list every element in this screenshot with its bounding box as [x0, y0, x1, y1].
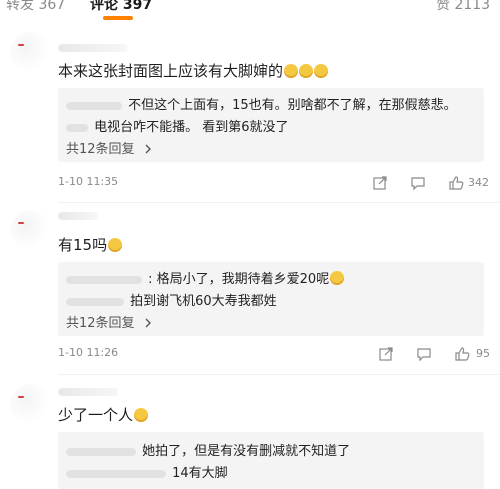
timestamp: 1-10 11:26 — [58, 346, 119, 359]
reply-item: 她拍了，但是有没有删减就不知道了 — [66, 440, 350, 459]
avatar[interactable] — [10, 32, 50, 72]
reply-item: 电视台咋不能播。 看到第6就没了 — [66, 116, 289, 135]
reply-item: 拍到谢飞机60大寿我都姓 — [66, 290, 277, 309]
chevron-right-icon — [145, 144, 151, 154]
reply-item: : 格局小了，我期待着乡爱20呢 — [66, 268, 345, 287]
tab-repost[interactable]: 转发 367 — [6, 0, 65, 14]
username-blurred[interactable] — [58, 388, 118, 396]
avatar-mark — [18, 44, 24, 46]
more-replies-link[interactable]: 共12条回复 — [66, 138, 153, 157]
comment-text: 本来这张封面图上应该有大脚婶的 — [58, 60, 329, 81]
share-icon[interactable] — [378, 346, 394, 362]
tab-comments[interactable]: 评论 397 — [90, 0, 152, 14]
divider — [58, 202, 500, 203]
reply-text: : 格局小了，我期待着乡爱20呢 — [148, 272, 330, 287]
more-replies-label: 共12条回复 — [66, 142, 135, 157]
avatar-mark — [18, 222, 24, 224]
divider — [58, 374, 500, 375]
reply-username-blurred — [66, 469, 166, 478]
reply-text: 她拍了，但是有没有删减就不知道了 — [142, 444, 351, 459]
reply-item: 不但这个上面有，15也有。别啥都不了解，在那假慈悲。 — [66, 94, 457, 113]
more-replies-label: 共12条回复 — [66, 316, 135, 331]
username-blurred[interactable] — [58, 44, 128, 52]
like-count: 342 — [468, 176, 489, 189]
surprised-emoji-icon — [330, 271, 345, 285]
reply-username-blurred — [66, 447, 136, 456]
tab-likes[interactable]: 赞 2113 — [436, 0, 490, 14]
avatar-mark — [18, 396, 24, 398]
more-replies-link[interactable]: 共12条回复 — [66, 312, 153, 331]
chevron-right-icon — [145, 318, 151, 328]
active-tab-indicator — [103, 16, 133, 20]
share-icon[interactable] — [372, 175, 388, 191]
comment-icon[interactable] — [410, 175, 426, 191]
thumbs-up-icon[interactable] — [448, 175, 464, 191]
reply-text: 不但这个上面有，15也有。别啥都不了解，在那假慈悲。 — [128, 98, 457, 113]
username-blurred[interactable] — [58, 212, 98, 220]
comment-text-content: 本来这张封面图上应该有大脚婶的 — [58, 62, 284, 80]
comment-icon[interactable] — [416, 346, 432, 362]
like-count: 95 — [476, 347, 490, 360]
laughing-emoji-icon — [299, 64, 314, 78]
reply-text: 14有大脚 — [172, 466, 228, 481]
avatar[interactable] — [10, 210, 50, 250]
laughing-emoji-icon — [284, 64, 299, 78]
comment-meta: 1-10 11:35 342 — [58, 175, 490, 195]
timestamp: 1-10 11:35 — [58, 175, 119, 188]
reply-preview-box[interactable]: : 格局小了，我期待着乡爱20呢 拍到谢飞机60大寿我都姓 共12条回复 — [58, 262, 484, 336]
reply-username-blurred — [66, 297, 124, 306]
comment-text: 有15吗 — [58, 234, 123, 255]
reply-preview-box[interactable]: 她拍了，但是有没有删减就不知道了 14有大脚 — [58, 432, 484, 489]
surprised-emoji-icon — [108, 238, 123, 252]
thumbs-up-icon[interactable] — [454, 346, 470, 362]
laughing-emoji-icon — [134, 408, 149, 422]
reply-item: 14有大脚 — [66, 462, 228, 481]
reply-username-blurred — [66, 275, 142, 284]
reply-username-blurred — [66, 123, 88, 132]
comment-tabs: 转发 367 评论 397 赞 2113 — [0, 0, 500, 22]
avatar[interactable] — [10, 384, 50, 424]
comment-text-content: 有15吗 — [58, 236, 108, 254]
comment-text: 少了一个人 — [58, 404, 149, 425]
comment-meta: 1-10 11:26 95 — [58, 346, 490, 366]
reply-preview-box[interactable]: 不但这个上面有，15也有。别啥都不了解，在那假慈悲。 电视台咋不能播。 看到第6… — [58, 88, 484, 162]
laughing-emoji-icon — [314, 64, 329, 78]
reply-text: 拍到谢飞机60大寿我都姓 — [130, 294, 277, 309]
comment-text-content: 少了一个人 — [58, 406, 134, 424]
reply-username-blurred — [66, 101, 122, 110]
reply-text: 电视台咋不能播。 看到第6就没了 — [94, 120, 289, 135]
